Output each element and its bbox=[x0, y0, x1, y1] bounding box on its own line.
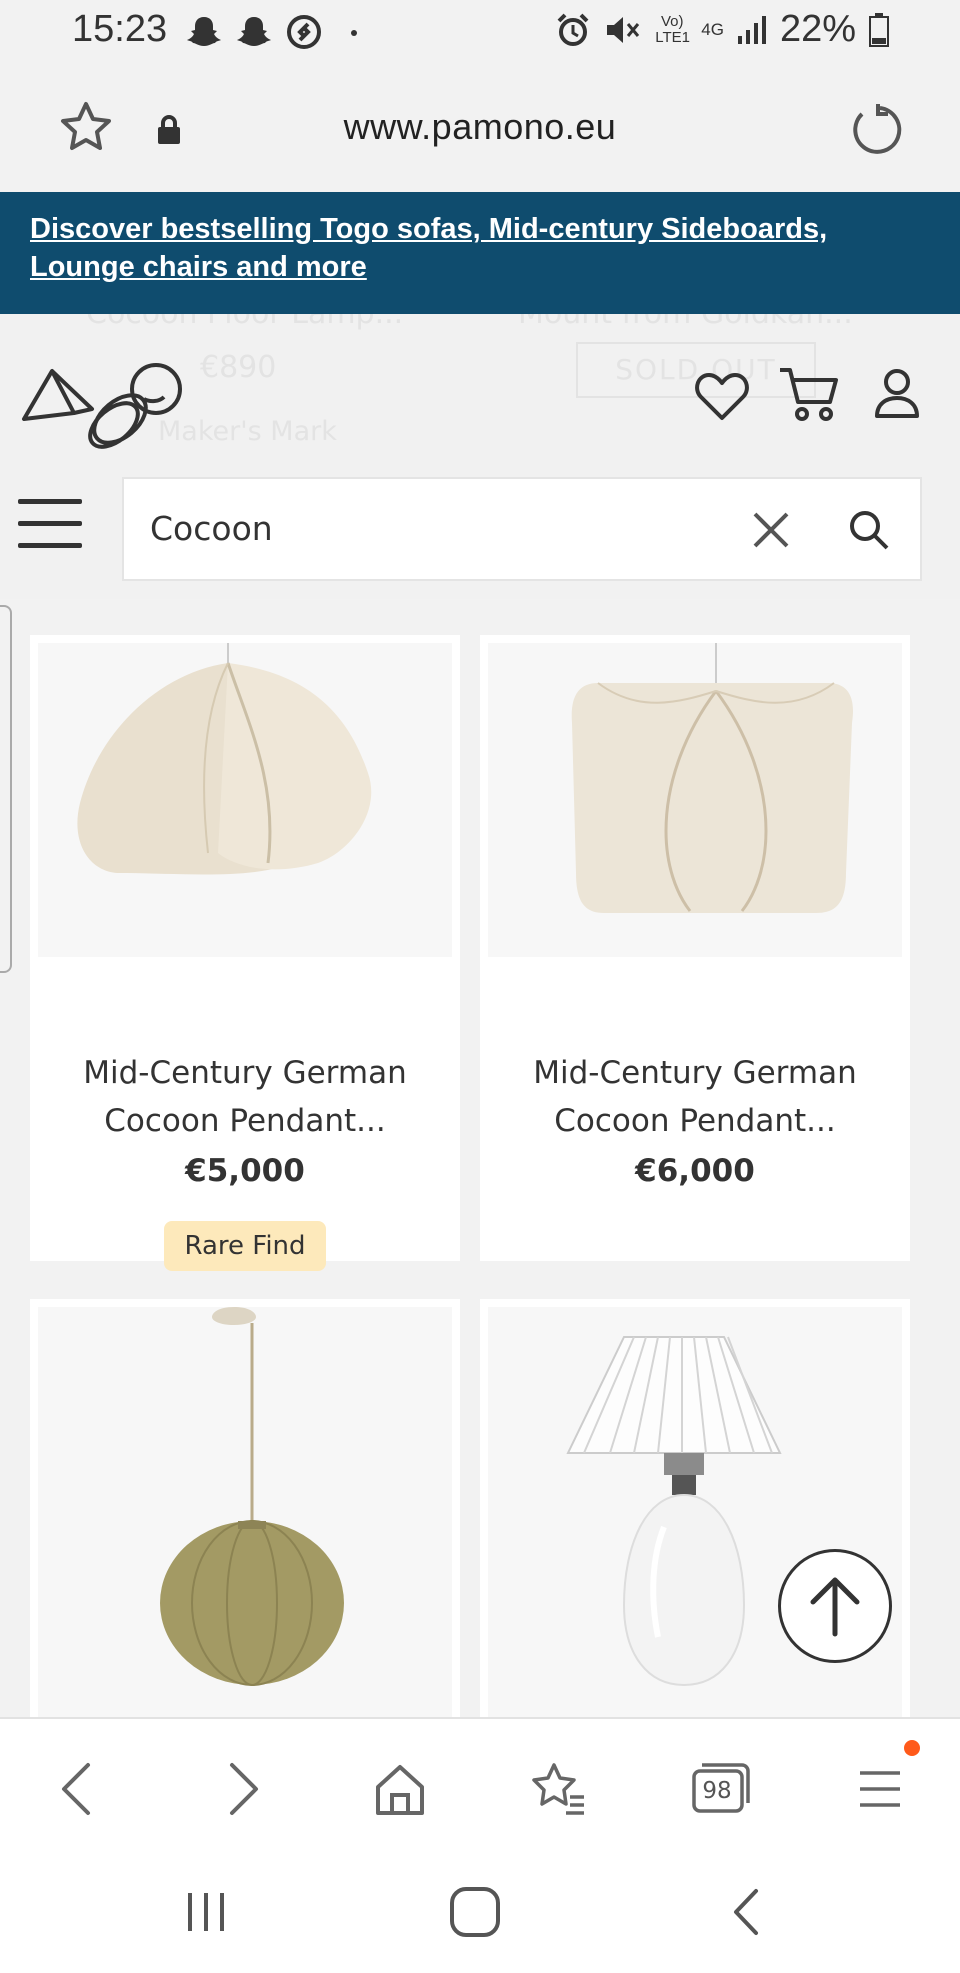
bookmarks-icon bbox=[532, 1763, 584, 1815]
dot-icon bbox=[351, 30, 357, 36]
mute-icon bbox=[607, 16, 640, 43]
alarm-icon bbox=[557, 13, 589, 46]
site-logo[interactable] bbox=[20, 359, 186, 461]
product-title[interactable]: Mid-Century German Cocoon Pendant... bbox=[480, 1049, 910, 1145]
promo-banner: Discover bestselling Togo sofas, Mid-cen… bbox=[0, 192, 960, 314]
tab-count: 98 bbox=[702, 1778, 732, 1804]
recent-apps-icon[interactable] bbox=[180, 1887, 232, 1937]
product-image[interactable] bbox=[38, 643, 452, 957]
status-time: 15:23 bbox=[72, 8, 168, 50]
snapchat-icon bbox=[187, 17, 221, 46]
forward-button[interactable] bbox=[202, 1749, 282, 1829]
shazam-icon bbox=[287, 15, 321, 49]
home-button[interactable] bbox=[360, 1749, 440, 1829]
url-field[interactable]: www.pamono.eu bbox=[0, 106, 960, 148]
search-input[interactable]: Cocoon bbox=[150, 509, 273, 548]
notification-dot bbox=[904, 1740, 920, 1756]
status-bar: 15:23 Vo) LTE1 4G 22% bbox=[0, 0, 960, 64]
search-box[interactable]: Cocoon bbox=[122, 477, 922, 581]
snapchat-icon bbox=[237, 17, 271, 46]
chevron-left-icon bbox=[62, 1763, 90, 1815]
reload-icon[interactable] bbox=[848, 102, 902, 156]
menu-button[interactable] bbox=[18, 499, 82, 549]
bookmarks-button[interactable] bbox=[520, 1749, 600, 1829]
network-type: 4G bbox=[701, 19, 724, 39]
back-button[interactable] bbox=[38, 1749, 118, 1829]
back-nav-icon[interactable] bbox=[722, 1883, 768, 1941]
tabs-button[interactable]: 98 bbox=[680, 1749, 760, 1829]
ghost-product-title: Mount from Goldkan... bbox=[518, 314, 853, 331]
system-nav-bar bbox=[0, 1849, 960, 1973]
ghost-product-price: €890 bbox=[200, 350, 277, 385]
promo-link[interactable]: Discover bestselling Togo sofas, Mid-cen… bbox=[30, 210, 930, 286]
network-label: Vo) LTE1 bbox=[655, 12, 690, 46]
system-status: Vo) LTE1 4G 22% bbox=[555, 8, 890, 51]
address-bar: www.pamono.eu bbox=[0, 64, 960, 192]
ghost-product-title: Cocoon Floor Lamp... bbox=[86, 314, 403, 331]
product-image[interactable] bbox=[38, 1307, 452, 1717]
home-icon bbox=[376, 1765, 424, 1815]
round-cocoon-pendant-image bbox=[160, 1307, 344, 1686]
product-grid: Mid-Century German Cocoon Pendant... €5,… bbox=[0, 599, 960, 1717]
scroll-to-top-button[interactable] bbox=[778, 1549, 892, 1663]
product-card[interactable]: Mid-Century German Cocoon Pendant... €5,… bbox=[30, 635, 460, 1271]
browser-menu-button[interactable] bbox=[840, 1749, 920, 1829]
site-header: Cocoon Floor Lamp... €890 Maker's Mark M… bbox=[0, 314, 960, 599]
signal-icon bbox=[737, 15, 766, 44]
clear-search-icon[interactable] bbox=[752, 511, 790, 549]
product-image[interactable] bbox=[488, 643, 902, 957]
account-icon[interactable] bbox=[874, 368, 920, 420]
menu-icon bbox=[860, 1771, 900, 1807]
home-nav-icon[interactable] bbox=[446, 1883, 504, 1941]
notification-icons bbox=[186, 14, 366, 50]
cart-icon[interactable] bbox=[778, 364, 840, 422]
product-price: €6,000 bbox=[635, 1153, 755, 1189]
search-icon[interactable] bbox=[848, 509, 890, 551]
cocoon-pendant-image bbox=[571, 643, 853, 913]
product-price: €5,000 bbox=[185, 1153, 305, 1189]
side-panel-handle[interactable] bbox=[0, 605, 12, 973]
product-card[interactable]: Mid-Century German Cocoon Pendant... €6,… bbox=[480, 635, 910, 1261]
cocoon-pendant-image bbox=[77, 643, 372, 875]
product-title[interactable]: Mid-Century German Cocoon Pendant... bbox=[30, 1049, 460, 1145]
rare-find-badge: Rare Find bbox=[164, 1221, 326, 1271]
battery-percent: 22% bbox=[779, 8, 856, 50]
chevron-right-icon bbox=[230, 1763, 258, 1815]
browser-toolbar: 98 bbox=[0, 1717, 960, 1849]
arrow-up-icon bbox=[810, 1577, 860, 1637]
wishlist-heart-icon[interactable] bbox=[694, 370, 750, 422]
battery-icon bbox=[869, 12, 889, 47]
product-card[interactable] bbox=[30, 1299, 460, 1717]
